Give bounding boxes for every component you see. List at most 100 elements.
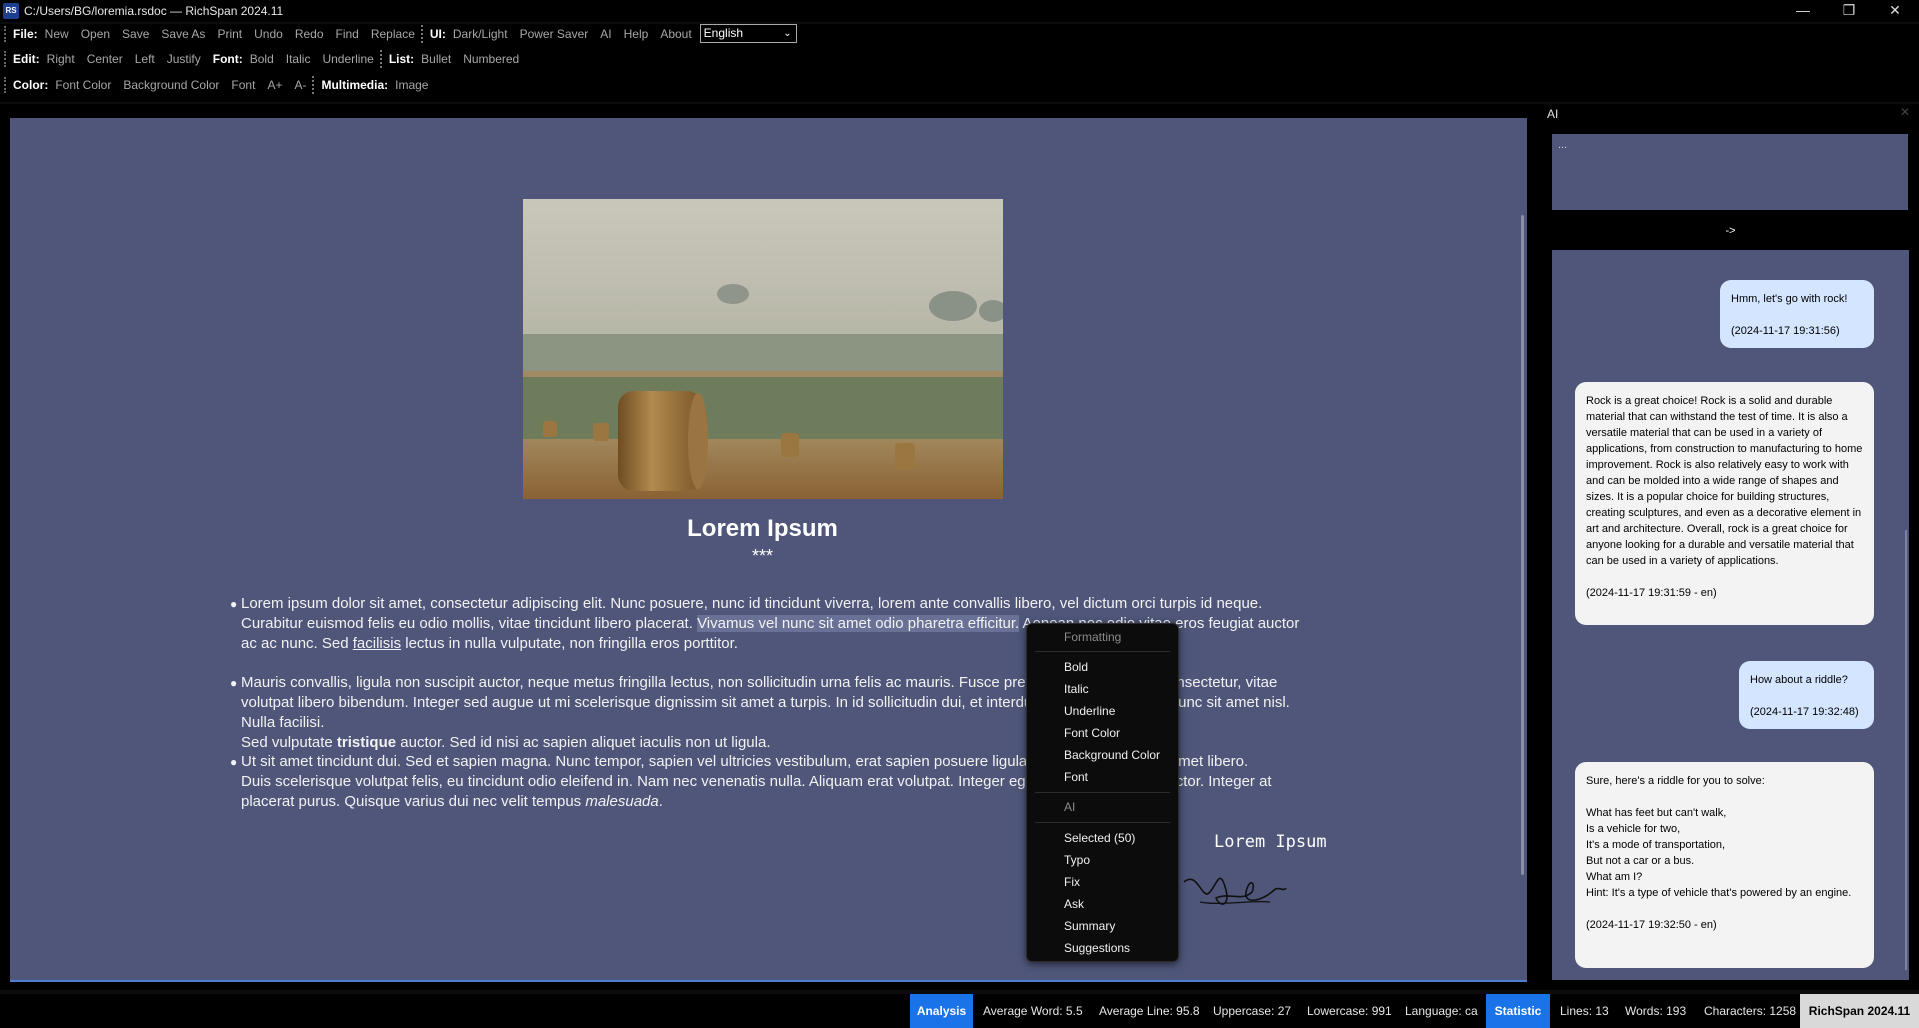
save-button[interactable]: Save — [122, 27, 149, 41]
minimize-button[interactable]: — — [1780, 0, 1826, 22]
bullet-icon: ● — [230, 676, 238, 690]
ai-panel-title: AI — [1547, 107, 1559, 121]
file-label: File: — [13, 26, 38, 41]
open-button[interactable]: Open — [81, 27, 110, 41]
redo-button[interactable]: Redo — [295, 27, 324, 41]
window-title: C:/Users/BG/loremia.rsdoc — RichSpan 202… — [24, 4, 284, 18]
menu-divider — [1035, 651, 1170, 652]
ai-prompt-input[interactable]: ... — [1552, 134, 1908, 210]
text-run: placerat purus. Quisque varius dui nec v… — [241, 793, 586, 810]
menu-item-font[interactable]: Font — [1064, 770, 1088, 784]
help-button[interactable]: Help — [624, 27, 649, 41]
power-saver-button[interactable]: Power Saver — [520, 27, 589, 41]
menu-item-summary[interactable]: Summary — [1064, 919, 1115, 933]
undo-button[interactable]: Undo — [254, 27, 283, 41]
underline-button[interactable]: Underline — [322, 52, 373, 66]
maximize-button[interactable]: ❐ — [1826, 0, 1872, 22]
document-image[interactable] — [523, 199, 1003, 499]
characters-stat: Characters: 1258 — [1704, 1004, 1797, 1018]
message-time: (2024-11-17 19:31:56) — [1731, 325, 1840, 337]
menu-divider — [1035, 792, 1170, 793]
italic-button[interactable]: Italic — [286, 52, 311, 66]
bold-text: tristique — [336, 734, 397, 751]
context-menu: Formatting Bold Italic Underline Font Co… — [1026, 623, 1179, 962]
align-center-button[interactable]: Center — [87, 52, 123, 66]
text-run: Sed vulputate — [241, 734, 337, 751]
uppercase-stat: Uppercase: 27 — [1213, 1004, 1292, 1018]
text-run: auctor. Sed id nisi ac sapien aliquet ia… — [396, 734, 771, 751]
message-text: Hmm, let's go with rock! — [1731, 293, 1848, 305]
close-icon[interactable]: ✕ — [1900, 105, 1910, 119]
menu-item-underline[interactable]: Underline — [1064, 704, 1115, 718]
chevron-down-icon: ⌄ — [783, 28, 792, 39]
language-select[interactable]: English ⌄ — [699, 24, 797, 43]
analysis-badge[interactable]: Analysis — [910, 994, 973, 1028]
font-button[interactable]: Font — [231, 78, 255, 92]
image-button[interactable]: Image — [395, 78, 428, 92]
menu-item-fix[interactable]: Fix — [1064, 875, 1080, 889]
toolbar-grip[interactable] — [4, 25, 8, 42]
bold-button[interactable]: Bold — [250, 52, 274, 66]
words-stat: Words: 193 — [1625, 1004, 1687, 1018]
toolbar-grip[interactable] — [4, 77, 8, 93]
find-button[interactable]: Find — [336, 27, 359, 41]
average-line-stat: Average Line: 95.8 — [1099, 1004, 1200, 1018]
editor-scrollbar[interactable] — [1521, 215, 1524, 875]
menu-divider — [1035, 822, 1170, 823]
about-button[interactable]: About — [660, 27, 691, 41]
brand-badge: RichSpan 2024.11 — [1800, 994, 1919, 1028]
underlined-text: facilisis — [352, 635, 402, 652]
dark-light-button[interactable]: Dark/Light — [453, 27, 508, 41]
new-button[interactable]: New — [45, 27, 69, 41]
font-label: Font: — [212, 52, 243, 66]
lowercase-stat: Lowercase: 991 — [1307, 1004, 1392, 1018]
average-word-stat: Average Word: 5.5 — [983, 1004, 1083, 1018]
justify-button[interactable]: Justify — [167, 52, 201, 66]
ai-chat-history[interactable]: Hmm, let's go with rock! (2024-11-17 19:… — [1552, 250, 1909, 980]
toolbar-separator — [312, 76, 316, 94]
menu-item-bold[interactable]: Bold — [1064, 660, 1088, 674]
message-text: Rock is a great choice! Rock is a solid … — [1586, 395, 1863, 567]
menu-item-italic[interactable]: Italic — [1064, 682, 1089, 696]
text-run: lectus in nulla vulputate, non fringilla… — [401, 635, 738, 652]
menu-item-background-color[interactable]: Background Color — [1064, 748, 1160, 762]
language-stat: Language: ca — [1405, 1004, 1478, 1018]
message-text: Sure, here's a riddle for you to solve: … — [1586, 775, 1852, 899]
replace-button[interactable]: Replace — [371, 27, 415, 41]
multimedia-label: Multimedia: — [321, 78, 389, 92]
bullet-list-button[interactable]: Bullet — [421, 52, 451, 66]
background-color-button[interactable]: Background Color — [123, 78, 219, 92]
statistic-badge[interactable]: Statistic — [1486, 994, 1550, 1028]
text-run: . — [658, 793, 663, 810]
language-value: English — [703, 26, 744, 40]
paragraph-line: Lorem ipsum dolor sit amet, consectetur … — [241, 595, 1263, 612]
menu-item-suggestions[interactable]: Suggestions — [1064, 941, 1130, 955]
toolbar-file: File: New Open Save Save As Print Undo Redo Find… — [0, 24, 1919, 50]
align-left-button[interactable]: Left — [135, 52, 155, 66]
save-as-button[interactable]: Save As — [161, 27, 205, 41]
message-time: (2024-11-17 19:32:50 - en) — [1586, 919, 1717, 931]
menu-item-selected[interactable]: Selected (50) — [1064, 831, 1135, 845]
menu-item-ask[interactable]: Ask — [1064, 897, 1084, 911]
print-button[interactable]: Print — [217, 27, 242, 41]
toolbar-grip[interactable] — [4, 51, 8, 67]
ai-button[interactable]: AI — [600, 27, 611, 41]
chat-message-ai: Sure, here's a riddle for you to solve: … — [1575, 762, 1874, 968]
align-right-button[interactable]: Right — [47, 52, 75, 66]
selected-text[interactable]: Vivamus vel nunc sit amet odio pharetra … — [697, 615, 1020, 632]
menu-item-typo[interactable]: Typo — [1064, 853, 1090, 867]
formatting-header: Formatting — [1064, 630, 1122, 644]
toolbar-separator — [379, 50, 384, 68]
font-color-button[interactable]: Font Color — [55, 78, 111, 92]
numbered-list-button[interactable]: Numbered — [463, 52, 519, 66]
ai-chat-scrollbar[interactable] — [1905, 530, 1907, 970]
message-time: (2024-11-17 19:31:59 - en) — [1586, 587, 1717, 599]
app-icon: RS — [3, 3, 19, 19]
color-label: Color: — [13, 78, 49, 92]
font-decrease-button[interactable]: A- — [294, 78, 306, 92]
ai-send-button[interactable]: -> — [1554, 222, 1907, 240]
title-bar — [0, 0, 1919, 22]
font-increase-button[interactable]: A+ — [267, 78, 282, 92]
close-button[interactable]: ✕ — [1872, 0, 1918, 22]
menu-item-font-color[interactable]: Font Color — [1064, 726, 1120, 740]
